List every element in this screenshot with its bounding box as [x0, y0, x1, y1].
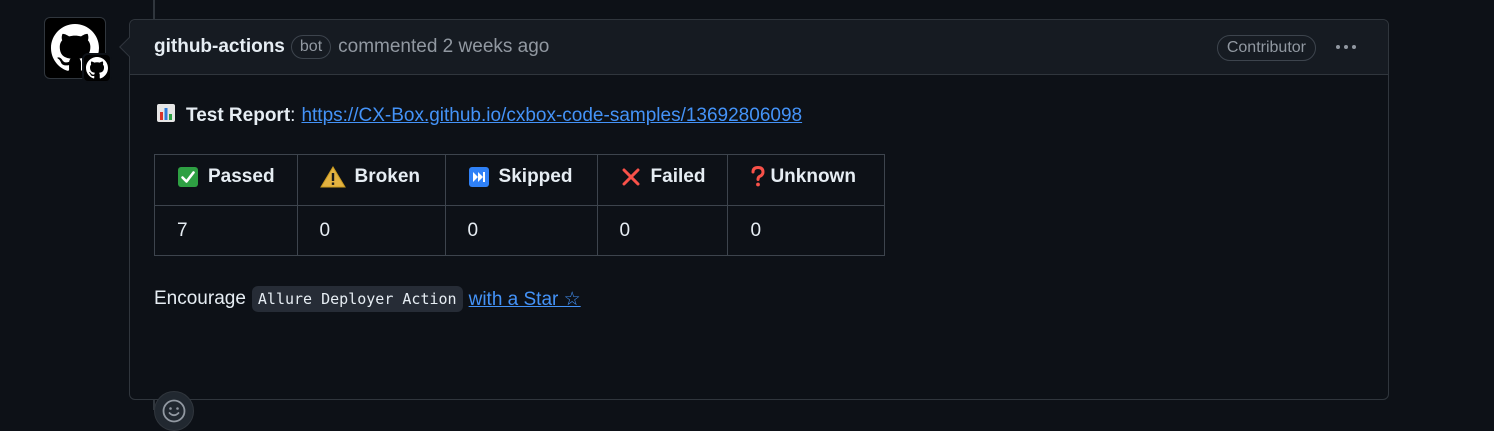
star-link[interactable]: with a Star ☆ — [469, 288, 581, 311]
encourage-line: Encourage Allure Deployer Action with a … — [154, 286, 581, 312]
kebab-horizontal-icon[interactable] — [1332, 33, 1360, 61]
header-unknown-label: Unknown — [770, 166, 856, 187]
header-passed-label: Passed — [208, 166, 275, 187]
header-passed: Passed — [154, 154, 298, 206]
value-skipped: 0 — [444, 205, 598, 256]
smiley-icon — [162, 399, 186, 423]
check-mark-icon — [177, 166, 199, 188]
value-passed: 7 — [154, 205, 298, 256]
header-unknown: Unknown — [727, 154, 886, 206]
allure-action-code: Allure Deployer Action — [251, 286, 463, 312]
warning-icon — [319, 165, 346, 189]
header-skipped-label: Skipped — [498, 166, 573, 187]
results-table: Passed Broken Skipped Failed Unknown 7 0… — [154, 154, 886, 256]
encourage-prefix: Encourage — [154, 288, 246, 309]
bar-chart-icon — [156, 103, 176, 129]
question-mark-icon — [750, 166, 766, 188]
test-report-link[interactable]: https://CX-Box.github.io/cxbox-code-samp… — [301, 105, 802, 127]
header-broken-label: Broken — [354, 166, 421, 187]
add-reaction-button[interactable] — [154, 391, 194, 431]
header-skipped: Skipped — [444, 154, 598, 206]
value-unknown: 0 — [727, 205, 886, 256]
test-report-separator: : — [290, 105, 296, 126]
cross-mark-icon — [620, 166, 642, 188]
bot-badge: bot — [290, 35, 332, 59]
header-broken: Broken — [296, 154, 446, 206]
author-link[interactable]: github-actions — [154, 36, 285, 58]
next-track-icon — [468, 166, 490, 188]
header-failed: Failed — [596, 154, 729, 206]
test-report-line: Test Report: https://CX-Box.github.io/cx… — [156, 103, 802, 129]
comment-header: github-actions bot commented 2 weeks ago… — [130, 20, 1388, 75]
table-header-row: Passed Broken Skipped Failed Unknown — [154, 154, 886, 206]
comment-box: github-actions bot commented 2 weeks ago… — [119, 19, 1389, 431]
github-mark-icon — [86, 57, 108, 79]
table-row: 7 0 0 0 0 — [154, 205, 886, 256]
test-report-label: Test Report — [186, 105, 291, 126]
contributor-badge: Contributor — [1216, 35, 1316, 61]
value-failed: 0 — [596, 205, 729, 256]
author-avatar[interactable] — [44, 17, 112, 83]
comment-timestamp[interactable]: commented 2 weeks ago — [338, 36, 549, 58]
value-broken: 0 — [296, 205, 446, 256]
app-badge — [82, 53, 112, 83]
header-failed-label: Failed — [650, 166, 706, 187]
